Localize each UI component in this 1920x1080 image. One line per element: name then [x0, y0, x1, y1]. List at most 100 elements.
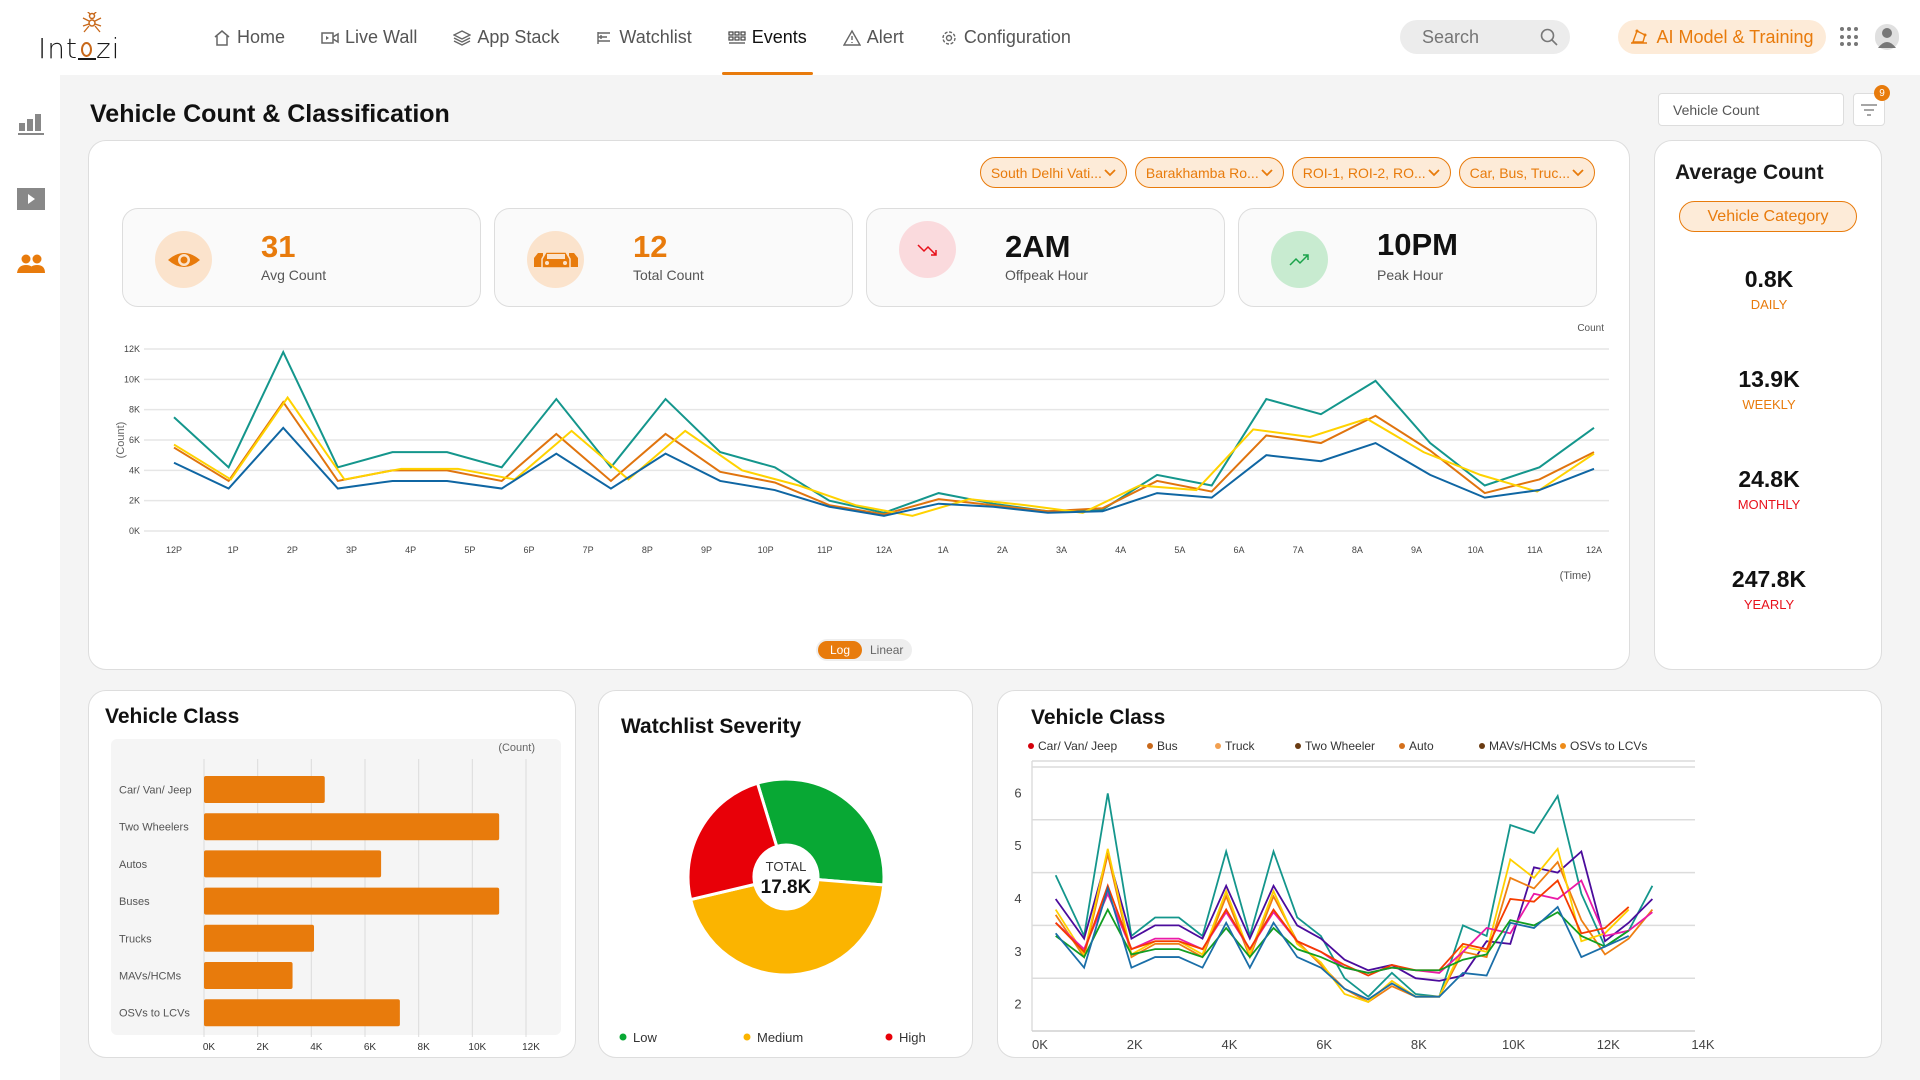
avg-yearly: 247.8K YEARLY [1655, 566, 1883, 612]
chevron-down-icon [1261, 168, 1273, 176]
y-tick-label: 0K [129, 526, 140, 536]
x-tick-label: 10K [1502, 1037, 1525, 1052]
filter-vehicle-type[interactable]: Car, Bus, Truc... [1458, 157, 1595, 188]
legend-label-medium: Medium [757, 1030, 803, 1045]
kpi-icon-circle [1271, 231, 1328, 288]
nav-configuration[interactable]: Configuration [922, 0, 1089, 75]
nav-live-wall[interactable]: Live Wall [303, 0, 435, 75]
vehicle-count-card: South Delhi Vati... Barakhamba Ro... ROI… [88, 140, 1630, 670]
search-input[interactable] [1422, 26, 1532, 48]
legend-dot [1295, 743, 1301, 749]
list-icon [597, 31, 611, 44]
chevron-down-icon [1427, 168, 1440, 176]
toggle-log[interactable]: Log [818, 641, 862, 659]
y-tick-label: 6 [1014, 785, 1021, 800]
user-avatar-icon[interactable] [1875, 24, 1899, 50]
kpi-icon-circle [899, 221, 956, 278]
nav-label: App Stack [477, 27, 560, 47]
y-tick-label: 4K [129, 465, 140, 475]
nav-label: Events [751, 27, 807, 47]
intozi-logo[interactable]: Int zi [38, 12, 138, 65]
y-tick-label: 8K [129, 405, 140, 415]
nav-app-stack[interactable]: App Stack [435, 0, 577, 75]
page-title: Vehicle Count & Classification [90, 100, 450, 128]
gear-icon [942, 30, 956, 45]
sidebar-item-video[interactable] [17, 185, 45, 213]
line-series-magenta [1055, 879, 1653, 974]
kpi-avg-count: 31 Avg Count [122, 208, 481, 307]
apps-grid-icon[interactable] [1840, 27, 1860, 47]
legend-dot-high [885, 1033, 893, 1041]
line-series-series-teal [173, 349, 1595, 514]
filter-roi[interactable]: ROI-1, ROI-2, RO... [1291, 157, 1451, 188]
ai-model-training-button[interactable]: AI Model & Training [1618, 20, 1826, 54]
kpi-icon-circle [527, 231, 584, 288]
model-icon [1631, 29, 1648, 44]
vehicle-class-line-chart: Car/ Van/ Jeep Bus Truck Two Wheeler Auto MAV… [1014, 739, 1715, 1052]
filter-location[interactable]: South Delhi Vati... [979, 157, 1127, 188]
category-label: MAVs/HCMs [119, 971, 182, 983]
corner-label: Count [1577, 323, 1604, 334]
search-box [1400, 20, 1570, 54]
category-label: Car/ Van/ Jeep [119, 785, 192, 797]
x-tick-label: 10A [1468, 545, 1484, 555]
x-tick-label: 4P [405, 545, 416, 555]
legend-dot [1028, 743, 1034, 749]
chevron-down-icon [1104, 168, 1116, 176]
x-tick-label: 7P [583, 545, 594, 555]
x-tick-label: 12K [1597, 1037, 1620, 1052]
y-tick-label: 3 [1014, 944, 1021, 959]
bar-two-wheelers [204, 813, 500, 841]
scale-toggle[interactable]: Log Linear [816, 639, 912, 661]
search-icon[interactable] [1540, 28, 1558, 46]
x-tick-label: 3A [1056, 545, 1067, 555]
users-icon [17, 254, 45, 273]
y-tick-label: 2K [129, 496, 140, 506]
trend-down-icon [916, 243, 937, 256]
x-tick-label: 4A [1115, 545, 1126, 555]
sidebar-item-analytics[interactable] [17, 110, 45, 138]
kpi-label: Offpeak Hour [1005, 267, 1089, 283]
kpi-total-count: 12 Total Count [494, 208, 853, 307]
filter-camera[interactable]: Barakhamba Ro... [1134, 157, 1284, 188]
nav-watchlist[interactable]: Watchlist [577, 0, 709, 75]
x-tick-label: 8K [418, 1042, 431, 1053]
x-tick-label: 12K [522, 1042, 540, 1053]
nav-home[interactable]: Home [195, 0, 303, 75]
bar-car-van-jeep [204, 776, 325, 803]
x-tick-label: 7A [1293, 545, 1304, 555]
bar-buses [204, 887, 500, 915]
x-tick-label: 0K [1032, 1037, 1048, 1052]
pill-label: South Delhi Vati... [990, 164, 1102, 181]
x-tick-label: 6K [1316, 1037, 1332, 1052]
legend-label-low: Low [633, 1030, 657, 1045]
kpi-label: Peak Hour [1377, 267, 1444, 283]
x-tick-label: 3P [346, 545, 357, 555]
avg-weekly: 13.9K WEEKLY [1655, 366, 1883, 412]
x-tick-label: 2A [997, 545, 1008, 555]
nav-alert[interactable]: Alert [825, 0, 922, 75]
chevron-down-icon [1572, 168, 1584, 176]
kpi-value: 12 [633, 229, 668, 264]
nav-events[interactable]: Events [710, 0, 825, 75]
avg-label: YEARLY [1743, 597, 1795, 612]
bar-osvs-to-lcvs [204, 999, 400, 1027]
toggle-linear[interactable]: Linear [870, 643, 903, 657]
metric-select-value: Vehicle Count [1673, 101, 1760, 118]
ant-logo-icon [82, 12, 102, 33]
legend-dot-medium [743, 1033, 751, 1041]
y-tick-label: 10K [124, 374, 140, 384]
filter-button[interactable]: 9 [1853, 85, 1890, 126]
metric-select[interactable]: Vehicle Count [1658, 93, 1844, 126]
nav-label: Configuration [963, 27, 1071, 47]
top-navigation-bar: Int zi Home Live Wall App Stack Watchlist… [0, 0, 1920, 75]
sidebar-item-users[interactable] [17, 250, 45, 278]
kpi-offpeak-hour: 2AM Offpeak Hour [866, 208, 1225, 307]
x-tick-label: 4K [310, 1042, 323, 1053]
y-tick-label: 5 [1014, 838, 1021, 853]
vehicle-category-button[interactable]: Vehicle Category [1679, 201, 1857, 232]
x-tick-label: 11P [817, 545, 832, 555]
kpi-value: 10PM [1377, 227, 1458, 262]
category-label: Autos [119, 859, 148, 871]
category-label: Two Wheelers [119, 822, 189, 834]
